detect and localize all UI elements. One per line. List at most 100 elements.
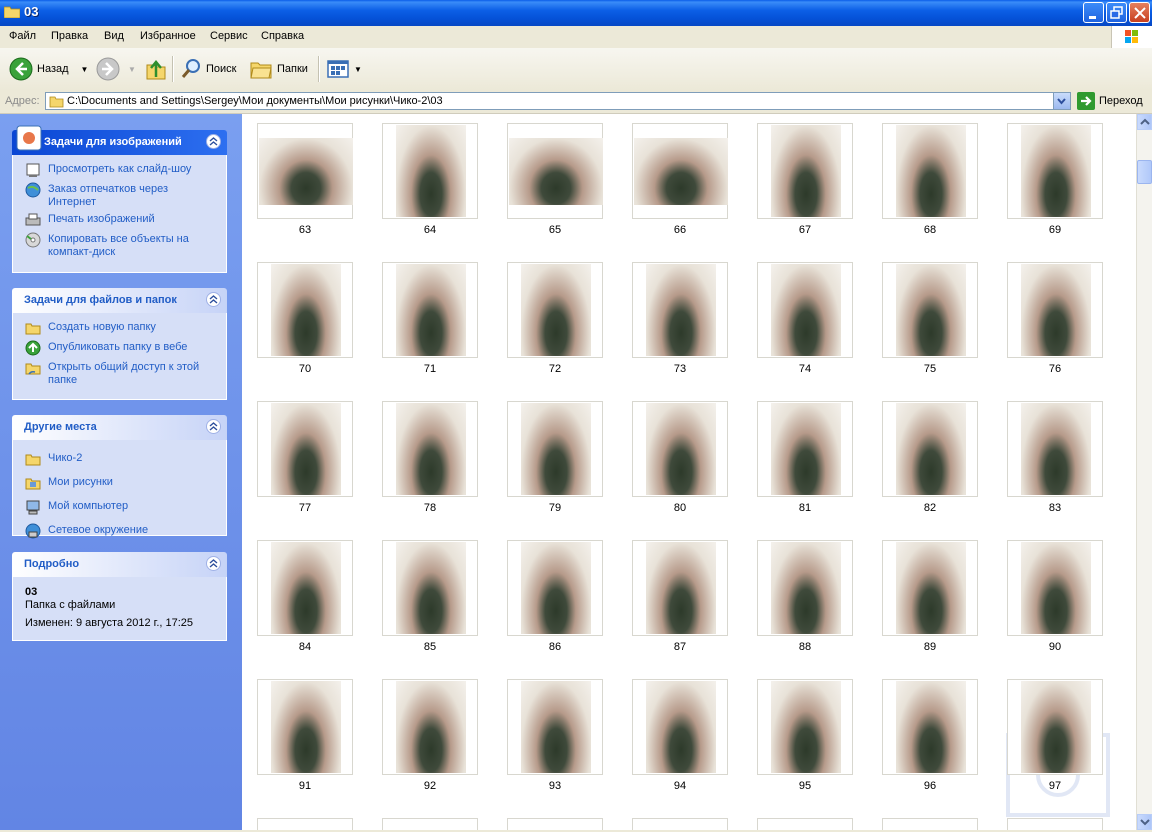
task-new-folder[interactable]: Создать новую папку — [13, 319, 226, 339]
image-thumbnail[interactable] — [882, 818, 978, 830]
task-slideshow[interactable]: Просмотреть как слайд-шоу — [13, 161, 226, 181]
image-thumbnail[interactable] — [382, 818, 478, 830]
vertical-scrollbar[interactable] — [1136, 114, 1152, 830]
collapse-button[interactable] — [206, 419, 221, 434]
thumbnail-label[interactable]: 80 — [632, 502, 728, 514]
image-thumbnail[interactable] — [757, 123, 853, 219]
menu-file[interactable]: Файл — [9, 30, 36, 42]
task-copy-to-cd[interactable]: Копировать все объекты на компакт-диск — [13, 231, 226, 261]
image-thumbnail[interactable] — [632, 818, 728, 830]
restore-button[interactable] — [1106, 2, 1127, 23]
task-order-prints[interactable]: Заказ отпечатков через Интернет — [13, 181, 226, 211]
image-thumbnail[interactable] — [1007, 540, 1103, 636]
thumbnail-label[interactable]: 73 — [632, 363, 728, 375]
menu-view[interactable]: Вид — [104, 30, 124, 42]
image-thumbnail[interactable] — [632, 679, 728, 775]
thumbnail-label[interactable]: 71 — [382, 363, 478, 375]
go-button[interactable]: Переход — [1077, 92, 1143, 110]
image-thumbnail[interactable] — [882, 540, 978, 636]
title-bar[interactable]: 03 — [0, 0, 1152, 26]
thumbnail-label[interactable]: 70 — [257, 363, 353, 375]
image-thumbnail[interactable] — [382, 262, 478, 358]
thumbnail-label[interactable]: 92 — [382, 780, 478, 792]
image-thumbnail[interactable] — [757, 401, 853, 497]
details-header[interactable]: Подробно — [12, 552, 227, 577]
thumbnail-label[interactable]: 86 — [507, 641, 603, 653]
image-thumbnail[interactable] — [632, 401, 728, 497]
thumbnail-label[interactable]: 81 — [757, 502, 853, 514]
menu-tools[interactable]: Сервис — [210, 30, 248, 42]
task-print-images[interactable]: Печать изображений — [13, 211, 226, 231]
thumbnail-label[interactable]: 63 — [257, 224, 353, 236]
views-button[interactable]: ▼ — [326, 56, 362, 82]
thumbnail-label[interactable]: 64 — [382, 224, 478, 236]
other-places-header[interactable]: Другие места — [12, 415, 227, 440]
menu-edit[interactable]: Правка — [51, 30, 88, 42]
file-tasks-header[interactable]: Задачи для файлов и папок — [12, 288, 227, 313]
back-dropdown-icon[interactable]: ▼ — [81, 65, 89, 74]
scroll-up-button[interactable] — [1137, 114, 1152, 130]
image-thumbnail[interactable] — [882, 679, 978, 775]
thumbnail-label[interactable]: 83 — [1007, 502, 1103, 514]
image-thumbnail[interactable] — [507, 540, 603, 636]
forward-button[interactable]: ▼ — [96, 56, 136, 82]
thumbnail-label[interactable]: 97 — [1007, 780, 1103, 792]
image-thumbnail[interactable] — [257, 262, 353, 358]
image-thumbnail[interactable] — [632, 540, 728, 636]
collapse-button[interactable] — [206, 556, 221, 571]
thumbnail-label[interactable]: 68 — [882, 224, 978, 236]
image-thumbnail[interactable] — [632, 262, 728, 358]
thumbnail-label[interactable]: 94 — [632, 780, 728, 792]
image-thumbnail[interactable] — [507, 262, 603, 358]
image-thumbnail[interactable] — [382, 123, 478, 219]
thumbnail-label[interactable]: 91 — [257, 780, 353, 792]
forward-dropdown-icon[interactable]: ▼ — [128, 65, 136, 74]
collapse-button[interactable] — [206, 292, 221, 307]
thumbnail-label[interactable]: 78 — [382, 502, 478, 514]
thumbnail-label[interactable]: 95 — [757, 780, 853, 792]
image-thumbnail[interactable] — [1007, 679, 1103, 775]
thumbnail-label[interactable]: 85 — [382, 641, 478, 653]
address-dropdown-button[interactable] — [1053, 93, 1070, 109]
thumbnail-label[interactable]: 93 — [507, 780, 603, 792]
image-thumbnail[interactable] — [882, 262, 978, 358]
thumbnail-label[interactable]: 66 — [632, 224, 728, 236]
thumbnail-label[interactable]: 96 — [882, 780, 978, 792]
task-share-folder[interactable]: Открыть общий доступ к этой папке — [13, 359, 226, 389]
thumbnail-label[interactable]: 72 — [507, 363, 603, 375]
place-my-pictures[interactable]: Мои рисунки — [13, 474, 226, 494]
image-thumbnail[interactable] — [632, 123, 728, 219]
thumbnail-label[interactable]: 67 — [757, 224, 853, 236]
image-thumbnail[interactable] — [757, 540, 853, 636]
image-thumbnail[interactable] — [1007, 262, 1103, 358]
image-tasks-header[interactable]: Задачи для изображений — [12, 125, 227, 155]
thumbnail-label[interactable]: 65 — [507, 224, 603, 236]
thumbnail-label[interactable]: 69 — [1007, 224, 1103, 236]
image-thumbnail[interactable] — [1007, 123, 1103, 219]
image-thumbnail[interactable] — [257, 401, 353, 497]
thumbnail-view[interactable]: 63 64 65 66 67 68 69 70 71 72 73 74 75 76 77 78 79 80 81 82… — [242, 114, 1136, 830]
image-thumbnail[interactable] — [382, 540, 478, 636]
image-thumbnail[interactable] — [507, 818, 603, 830]
image-thumbnail[interactable] — [507, 123, 603, 219]
image-thumbnail[interactable] — [257, 540, 353, 636]
folders-button[interactable]: Папки — [249, 56, 308, 82]
menu-help[interactable]: Справка — [261, 30, 304, 42]
menu-favorites[interactable]: Избранное — [140, 30, 196, 42]
image-thumbnail[interactable] — [1007, 818, 1103, 830]
thumbnail-label[interactable]: 75 — [882, 363, 978, 375]
image-thumbnail[interactable] — [507, 679, 603, 775]
close-button[interactable] — [1129, 2, 1150, 23]
thumbnail-label[interactable]: 77 — [257, 502, 353, 514]
thumbnail-label[interactable]: 82 — [882, 502, 978, 514]
views-dropdown-icon[interactable]: ▼ — [354, 65, 362, 74]
thumbnail-label[interactable]: 84 — [257, 641, 353, 653]
thumbnail-label[interactable]: 79 — [507, 502, 603, 514]
image-thumbnail[interactable] — [382, 679, 478, 775]
image-thumbnail[interactable] — [882, 123, 978, 219]
collapse-button[interactable] — [206, 134, 221, 149]
search-button[interactable]: Поиск — [180, 56, 236, 82]
image-thumbnail[interactable] — [757, 818, 853, 830]
scroll-thumb[interactable] — [1137, 160, 1152, 184]
thumbnail-label[interactable]: 88 — [757, 641, 853, 653]
